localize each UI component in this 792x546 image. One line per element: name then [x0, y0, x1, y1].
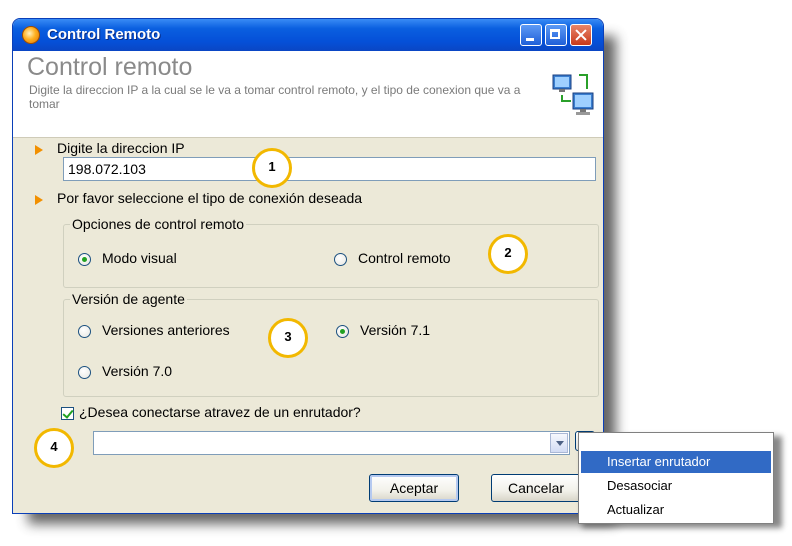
version-7-0-label: Versión 7.0	[102, 363, 173, 379]
dialog-header: Control remoto Digite la direccion IP a …	[13, 51, 603, 138]
annotation-4: 4	[34, 428, 74, 468]
modo-visual-label: Modo visual	[102, 250, 177, 266]
dropdown-arrow-button[interactable]	[550, 433, 568, 453]
maximize-button[interactable]	[545, 24, 567, 46]
section-arrow-icon	[35, 195, 43, 205]
header-title: Control remoto	[27, 53, 193, 81]
close-icon	[571, 25, 591, 45]
router-checkbox-label: ¿Desea conectarse atravez de un enrutado…	[79, 404, 361, 420]
annotation-1: 1	[252, 148, 292, 188]
control-remoto-label: Control remoto	[358, 250, 451, 266]
router-checkbox[interactable]	[61, 407, 74, 420]
header-description: Digite la direccion IP a la cual se le v…	[29, 83, 521, 111]
router-context-menu: Insertar enrutador Desasociar Actualizar	[578, 432, 774, 524]
checkmark-icon	[62, 407, 74, 419]
network-computers-icon	[552, 74, 594, 115]
router-select[interactable]	[93, 431, 570, 455]
annotation-3: 3	[268, 318, 308, 358]
menu-item-actualizar[interactable]: Actualizar	[581, 499, 771, 521]
section-arrow-icon	[35, 145, 43, 155]
window-title: Control Remoto	[47, 26, 161, 43]
remote-options-legend: Opciones de control remoto	[70, 216, 246, 232]
accept-button[interactable]: Aceptar	[369, 474, 459, 502]
chevron-down-icon	[556, 441, 564, 446]
version-7-1-label: Versión 7.1	[360, 322, 431, 338]
ip-label: Digite la direccion IP	[57, 140, 185, 156]
versiones-anteriores-label: Versiones anteriores	[102, 322, 230, 338]
menu-item-insertar-enrutador[interactable]: Insertar enrutador	[581, 451, 771, 473]
version-7-1-radio[interactable]	[336, 325, 349, 338]
ip-input[interactable]	[63, 157, 596, 181]
cancel-button[interactable]: Cancelar	[491, 474, 581, 502]
control-remoto-radio[interactable]	[334, 253, 347, 266]
modo-visual-radio[interactable]	[78, 253, 91, 266]
close-button[interactable]	[570, 24, 592, 46]
menu-item-desasociar[interactable]: Desasociar	[581, 475, 771, 497]
annotation-2: 2	[488, 234, 528, 274]
app-icon	[22, 26, 40, 44]
minimize-button[interactable]	[520, 24, 542, 46]
minimize-icon	[521, 25, 541, 45]
agent-version-legend: Versión de agente	[70, 291, 187, 307]
versiones-anteriores-radio[interactable]	[78, 325, 91, 338]
maximize-icon	[546, 25, 566, 45]
connection-type-prompt: Por favor seleccione el tipo de conexión…	[57, 190, 363, 206]
agent-version-group: Versión de agente Versiones anteriores V…	[63, 291, 599, 397]
title-bar[interactable]: Control Remoto	[13, 19, 603, 51]
version-7-0-radio[interactable]	[78, 366, 91, 379]
